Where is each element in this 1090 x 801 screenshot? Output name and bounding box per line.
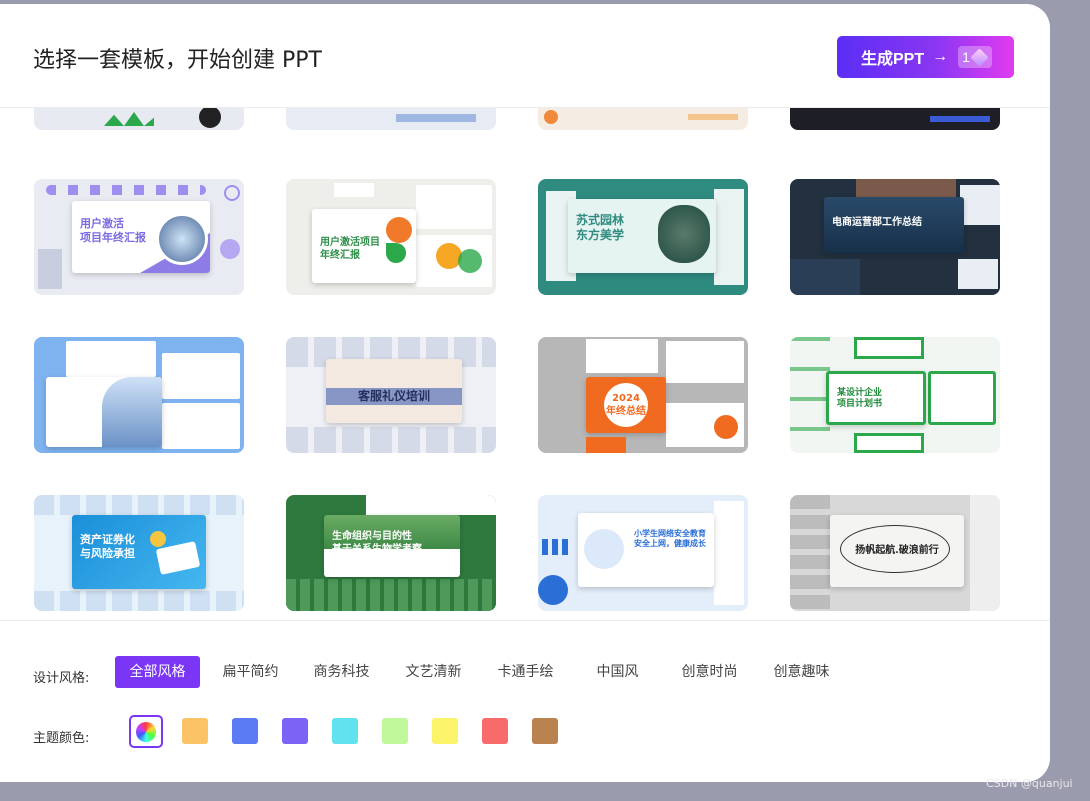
style-option-chinese[interactable]: 中国风: [575, 656, 660, 688]
page-title: 选择一套模板，开始创建 PPT: [33, 48, 322, 73]
style-filter-label: 设计风格:: [33, 671, 90, 686]
color-swatch-cyan[interactable]: [332, 718, 358, 744]
gem-icon: [970, 47, 989, 67]
template-title: 电商运营部工作总结: [832, 217, 922, 228]
color-swatch-blue[interactable]: [232, 718, 258, 744]
template-card[interactable]: 资产证券化 与风险承担: [34, 495, 244, 611]
color-swatch-brown[interactable]: [532, 718, 558, 744]
template-card[interactable]: 小学生网络安全教育 安全上网，健康成长: [538, 495, 748, 611]
style-option-cartoon[interactable]: 卡通手绘: [483, 656, 568, 688]
template-title: 客服礼仪培训: [357, 389, 430, 403]
template-slide: 某设计企业 项目计划书: [826, 371, 926, 425]
template-slide: [46, 377, 162, 447]
template-slide: 小学生网络安全教育 安全上网，健康成长: [578, 513, 714, 587]
color-swatch-lime[interactable]: [382, 718, 408, 744]
template-slide: 客服礼仪培训: [326, 359, 462, 423]
watermark: CSDN @quanjui: [986, 777, 1073, 790]
template-title: 生命组织与目的性 基于关系生物学考察: [332, 531, 422, 555]
template-title: 某设计企业 项目计划书: [837, 388, 883, 410]
template-title: 小学生网络安全教育 安全上网，健康成长: [634, 529, 706, 548]
color-wheel-icon: [136, 721, 156, 742]
color-swatch-purple[interactable]: [282, 718, 308, 744]
arrow-right-icon: →: [932, 48, 949, 65]
template-card[interactable]: [34, 337, 244, 453]
template-card[interactable]: 扬帆起航.破浪前行: [790, 495, 1000, 611]
template-card[interactable]: 生命组织与目的性 基于关系生物学考察: [286, 495, 496, 611]
credit-count: 1: [962, 49, 970, 65]
generate-ppt-button[interactable]: 生成PPT → 1: [837, 36, 1014, 78]
style-option-all[interactable]: 全部风格: [115, 656, 200, 688]
filter-divider: [0, 620, 1050, 621]
template-slide: 生命组织与目的性 基于关系生物学考察: [324, 515, 460, 577]
template-slide: 电商运营部工作总结: [824, 197, 964, 253]
color-swatch-red[interactable]: [482, 718, 508, 744]
template-title: 2024 年终总结: [606, 393, 646, 417]
style-option-business[interactable]: 商务科技: [299, 656, 384, 688]
template-title: 扬帆起航.破浪前行: [855, 545, 939, 556]
template-card[interactable]: 客服礼仪培训: [286, 337, 496, 453]
template-slide: 苏式园林 东方美学: [568, 199, 716, 273]
template-card[interactable]: 用户激活项目 年终汇报: [286, 179, 496, 295]
template-card[interactable]: 2024 年终总结: [538, 337, 748, 453]
style-option-fun[interactable]: 创意趣味: [759, 656, 844, 688]
credit-badge: 1: [958, 46, 993, 68]
template-card[interactable]: 电商运营部工作总结: [790, 179, 1000, 295]
style-option-flat[interactable]: 扁平简约: [208, 656, 293, 688]
template-slide: 2024 年终总结: [586, 377, 666, 433]
color-option-all[interactable]: [129, 715, 163, 748]
dialog-header: 选择一套模板，开始创建 PPT 生成PPT → 1: [0, 4, 1050, 108]
generate-label: 生成PPT: [861, 51, 925, 68]
color-swatch-orange[interactable]: [182, 718, 208, 744]
template-slide: 用户激活项目 年终汇报: [312, 209, 416, 283]
color-filter-label: 主题颜色:: [33, 731, 90, 746]
style-option-fashion[interactable]: 创意时尚: [667, 656, 752, 688]
template-dialog: 用户激活 项目年终汇报 用户激活项目 年终汇报 苏式园林 东方美学 电商运营部工…: [0, 4, 1050, 782]
template-card[interactable]: 用户激活 项目年终汇报: [34, 179, 244, 295]
template-slide: 扬帆起航.破浪前行: [830, 515, 964, 587]
template-card[interactable]: 某设计企业 项目计划书: [790, 337, 1000, 453]
color-swatch-yellow[interactable]: [432, 718, 458, 744]
style-option-fresh[interactable]: 文艺清新: [391, 656, 476, 688]
template-card[interactable]: 苏式园林 东方美学: [538, 179, 748, 295]
template-slide: 资产证券化 与风险承担: [72, 515, 206, 589]
